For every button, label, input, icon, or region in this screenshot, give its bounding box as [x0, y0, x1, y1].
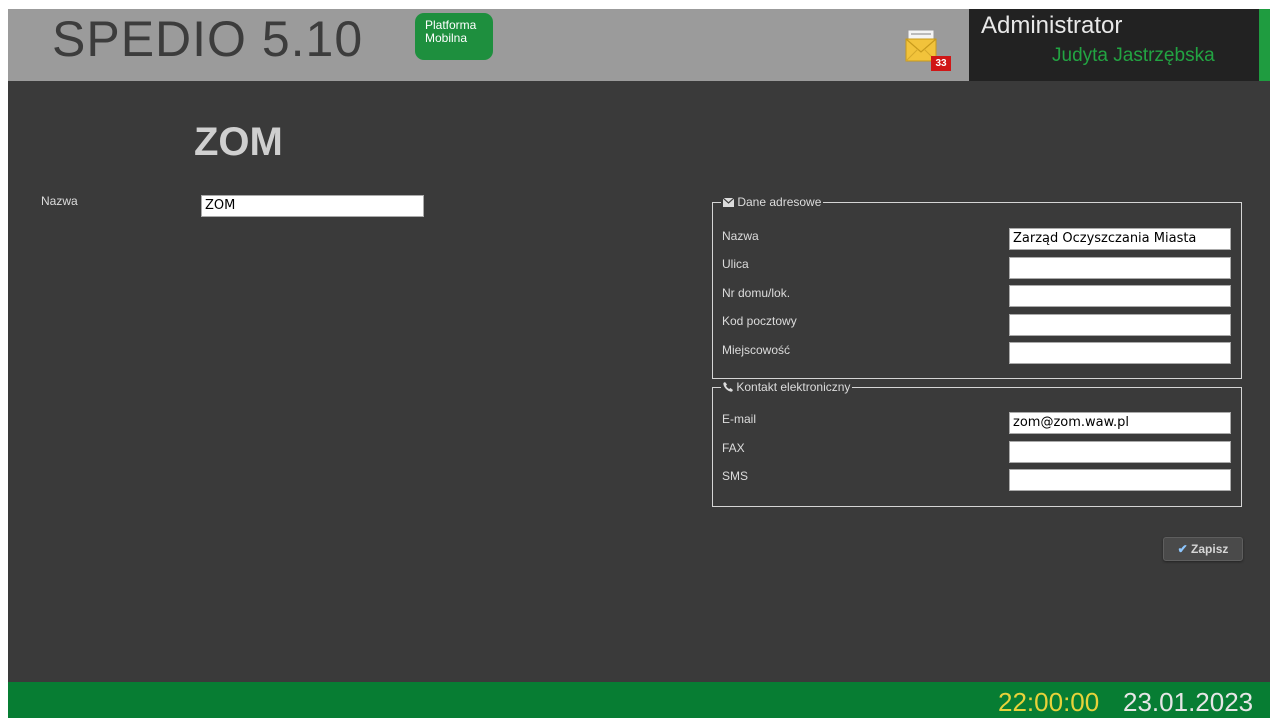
user-role: Administrator	[981, 12, 1123, 39]
check-icon: ✔	[1177, 542, 1188, 556]
name-input[interactable]: ZOM	[201, 195, 424, 217]
city-input[interactable]	[1009, 342, 1231, 364]
save-button[interactable]: ✔ Zapisz	[1163, 537, 1243, 561]
address-legend: Dane adresowe	[721, 195, 824, 209]
page-title: ZOM	[194, 120, 283, 164]
street-label: Ulica	[722, 257, 749, 271]
postal-code-label: Kod pocztowy	[722, 314, 797, 328]
city-label: Miejscowość	[722, 343, 791, 357]
envelope-icon	[722, 197, 735, 207]
header-accent-strip	[1259, 9, 1270, 81]
platform-badge[interactable]: Platforma Mobilna	[415, 13, 493, 60]
sms-label: SMS	[722, 469, 749, 483]
clock-time: 22:00:00	[998, 687, 1100, 717]
street-input[interactable]	[1009, 257, 1231, 279]
address-name-label: Nazwa	[722, 229, 759, 243]
email-label: E-mail	[722, 412, 757, 426]
postal-code-input[interactable]	[1009, 314, 1231, 336]
house-number-input[interactable]	[1009, 285, 1231, 307]
user-name[interactable]: Judyta Jastrzębska	[1052, 45, 1215, 67]
sms-input[interactable]	[1009, 469, 1231, 491]
house-number-label: Nr domu/lok.	[722, 286, 791, 300]
contact-legend-text: Kontakt elektroniczny	[736, 380, 851, 394]
address-legend-text: Dane adresowe	[737, 195, 822, 209]
mail-count-badge: 33	[931, 56, 951, 71]
phone-icon	[723, 382, 733, 392]
badge-line-2: Mobilna	[425, 31, 468, 45]
address-name-input[interactable]: Zarząd Oczyszczania Miasta	[1009, 228, 1231, 250]
contact-legend: Kontakt elektroniczny	[721, 380, 853, 394]
name-label: Nazwa	[41, 194, 78, 208]
fax-input[interactable]	[1009, 441, 1231, 463]
clock-date: 23.01.2023	[1123, 687, 1254, 717]
app-title: SPEDIO 5.10	[52, 11, 364, 67]
fax-label: FAX	[722, 441, 745, 455]
email-input[interactable]: zom@zom.waw.pl	[1009, 412, 1231, 434]
save-button-label: Zapisz	[1191, 542, 1229, 556]
